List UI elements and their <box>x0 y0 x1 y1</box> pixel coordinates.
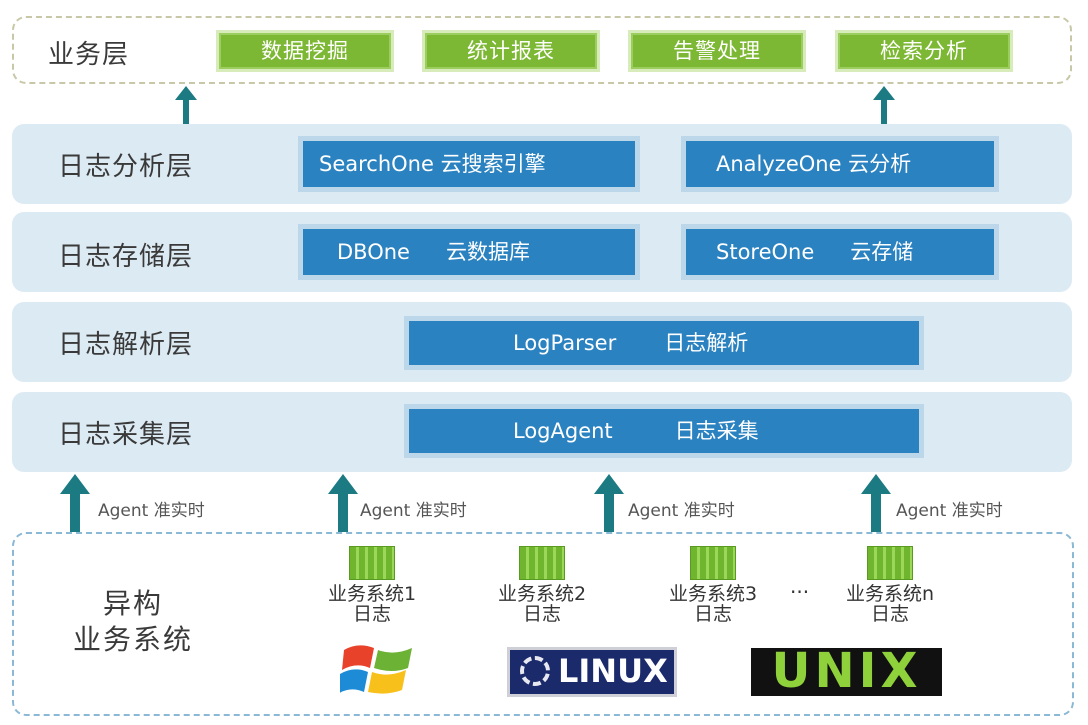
business-layer-label: 业务层 <box>48 40 130 70</box>
system-3-log: 业务系统3 日志 <box>641 584 785 624</box>
agent-realtime-label: Agent 准实时 <box>896 501 1003 521</box>
biz-item-statistics-report: 统计报表 <box>422 30 600 72</box>
biz-item-search-analysis: 检索分析 <box>835 30 1013 72</box>
agent-realtime-label: Agent 准实时 <box>98 501 205 521</box>
system-2-log-label: 日志 <box>522 603 561 625</box>
gear-icon <box>520 656 550 686</box>
logagent-desc: 日志采集 <box>674 419 759 443</box>
logparser-box: LogParser 日志解析 <box>404 316 924 370</box>
log-parse-layer-label: 日志解析层 <box>58 330 194 360</box>
arrow-up-icon <box>861 474 891 532</box>
system-3-log-label: 日志 <box>693 603 732 625</box>
searchone-box: SearchOne 云搜索引擎 <box>298 136 640 192</box>
windows-logo-icon <box>338 640 416 698</box>
system-3-name: 业务系统3 <box>668 583 758 605</box>
dbone-name: DBOne <box>337 240 410 264</box>
system-n-log-label: 日志 <box>870 603 909 625</box>
linux-logo-text: LINUX <box>558 652 668 690</box>
hetero-label-line2: 业务系统 <box>72 623 193 656</box>
logagent-box: LogAgent 日志采集 <box>404 404 924 458</box>
arrow-up-icon <box>175 86 197 126</box>
arrow-up-icon <box>594 474 624 532</box>
storeone-desc: 云存储 <box>850 240 914 264</box>
dbone-box: DBOne 云数据库 <box>298 224 640 280</box>
unix-logo-icon: UNIX <box>751 647 942 696</box>
logparser-name: LogParser <box>513 331 617 355</box>
log-file-icon <box>349 546 395 580</box>
biz-item-alarm-handling: 告警处理 <box>628 30 806 72</box>
system-n-log: 业务系统n 日志 <box>818 584 962 624</box>
system-1-log-label: 日志 <box>352 603 391 625</box>
log-analysis-layer-label: 日志分析层 <box>58 152 194 182</box>
system-1-name: 业务系统1 <box>327 583 417 605</box>
linux-logo-icon: LINUX <box>507 647 677 697</box>
log-collect-layer-label: 日志采集层 <box>58 420 194 450</box>
log-file-icon <box>867 546 913 580</box>
system-1-log: 业务系统1 日志 <box>300 584 444 624</box>
logparser-desc: 日志解析 <box>664 331 749 355</box>
arrow-up-icon <box>60 474 90 532</box>
storeone-name: StoreOne <box>716 240 815 264</box>
heterogeneous-systems-label: 异构 业务系统 <box>58 586 208 658</box>
hetero-label-line1: 异构 <box>102 587 163 620</box>
agent-realtime-label: Agent 准实时 <box>628 501 735 521</box>
log-file-icon <box>690 546 736 580</box>
analyzeone-box: AnalyzeOne 云分析 <box>681 136 999 192</box>
dbone-desc: 云数据库 <box>445 240 530 264</box>
more-systems-ellipsis: ··· <box>790 580 810 604</box>
biz-item-data-mining: 数据挖掘 <box>216 30 394 72</box>
arrow-up-icon <box>328 474 358 532</box>
log-file-icon <box>519 546 565 580</box>
system-n-name: 业务系统n <box>845 583 935 605</box>
agent-realtime-label: Agent 准实时 <box>360 501 467 521</box>
system-2-name: 业务系统2 <box>497 583 587 605</box>
storeone-box: StoreOne 云存储 <box>681 224 999 280</box>
log-storage-layer-label: 日志存储层 <box>58 242 194 272</box>
arrow-up-icon <box>873 86 895 126</box>
logagent-name: LogAgent <box>513 419 613 443</box>
system-2-log: 业务系统2 日志 <box>470 584 614 624</box>
